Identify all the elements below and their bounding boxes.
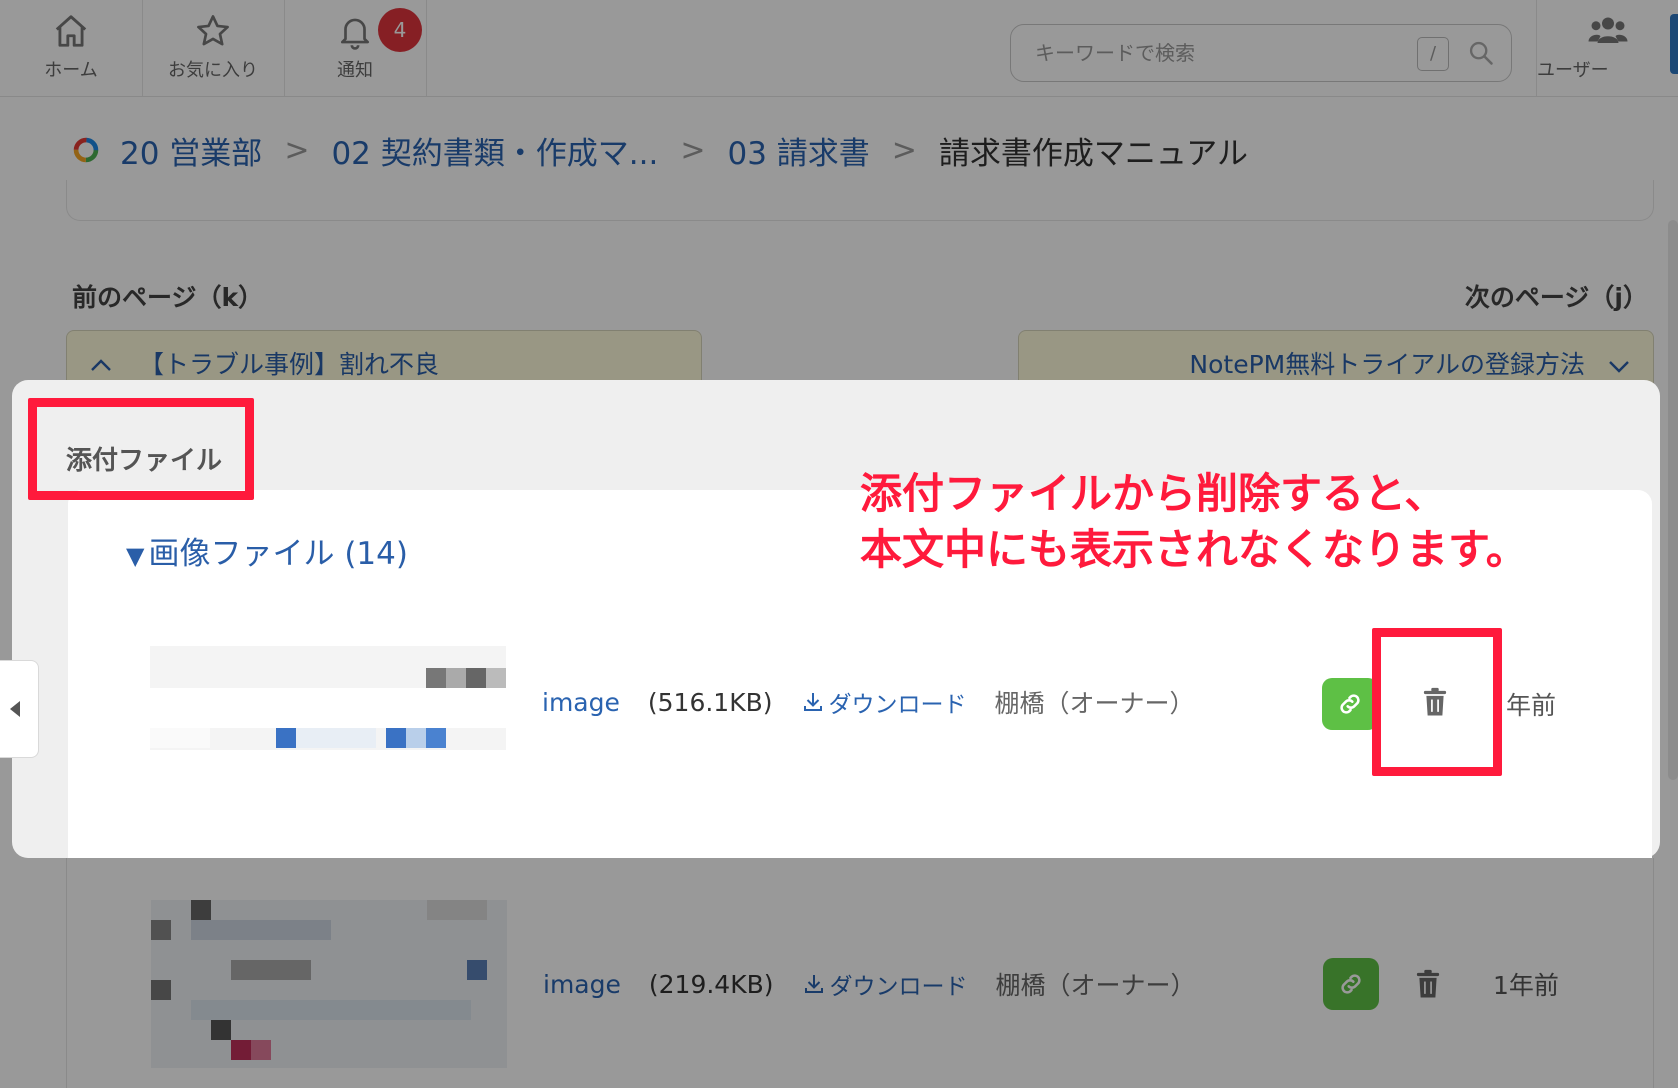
file-size: (516.1KB) bbox=[647, 687, 773, 717]
image-files-label: 画像ファイル (14) bbox=[148, 536, 408, 572]
annotation-line-1: 添付ファイルから削除すると、 bbox=[860, 469, 1447, 518]
sidebar-toggle-tab[interactable] bbox=[0, 660, 39, 758]
link-icon bbox=[1340, 694, 1360, 714]
image-thumbnail[interactable] bbox=[150, 646, 506, 750]
highlight-box-delete bbox=[1372, 628, 1502, 776]
uploaded-ago: 年前 bbox=[1506, 691, 1557, 720]
expand-triangle-icon: ▼ bbox=[126, 542, 145, 570]
annotation-line-2: 本文中にも表示されなくなります。 bbox=[860, 525, 1528, 574]
annotation-text: 添付ファイルから削除すると、 本文中にも表示されなくなります。 bbox=[860, 466, 1528, 578]
copy-link-button[interactable] bbox=[1322, 678, 1378, 730]
download-link[interactable]: ダウンロード bbox=[801, 685, 967, 719]
caret-left-icon bbox=[10, 701, 20, 717]
file-owner: 棚橋（オーナー） bbox=[994, 689, 1195, 718]
download-icon bbox=[803, 693, 822, 711]
download-label: ダウンロード bbox=[828, 692, 967, 718]
file-name-link[interactable]: image bbox=[542, 688, 620, 717]
highlight-box-attachments-title bbox=[28, 398, 254, 500]
attachment-row: image (516.1KB) ダウンロード 棚橋（オーナー） bbox=[542, 682, 1195, 722]
image-files-toggle[interactable]: ▼ 画像ファイル (14) bbox=[126, 528, 408, 573]
